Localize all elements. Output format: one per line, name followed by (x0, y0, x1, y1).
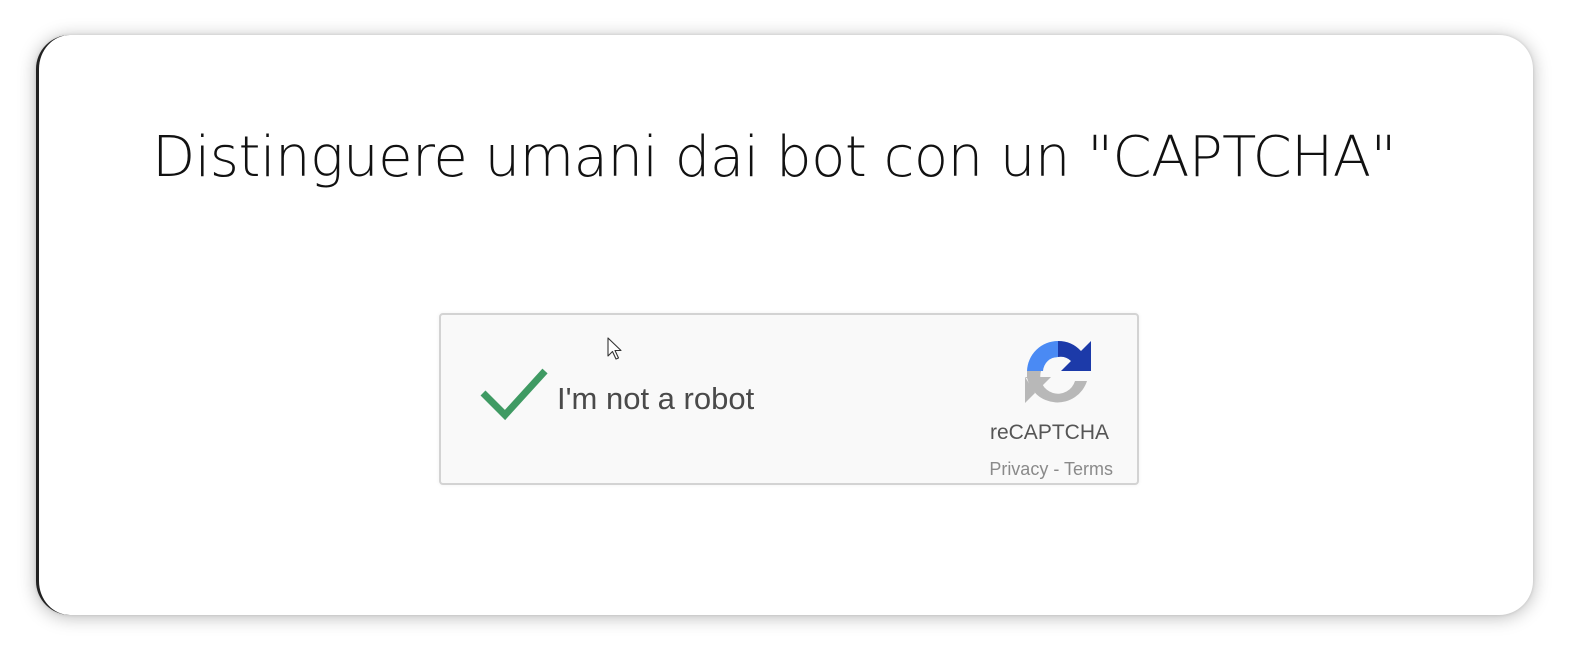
checkmark-icon[interactable] (479, 367, 549, 423)
slide-title: Distinguere umani dai bot con un "CAPTCH… (152, 125, 1396, 190)
recaptcha-links: Privacy - Terms (989, 459, 1113, 480)
recaptcha-brand-label: reCAPTCHA (989, 421, 1109, 444)
checkbox-label: I'm not a robot (557, 381, 755, 416)
mouse-cursor-icon (607, 337, 622, 360)
privacy-link[interactable]: Privacy (989, 459, 1048, 479)
recaptcha-widget: I'm not a robot reCAPTCHA Privacy - Term… (439, 313, 1139, 485)
links-separator: - (1048, 459, 1064, 479)
terms-link[interactable]: Terms (1064, 459, 1113, 479)
recaptcha-logo-icon (1025, 340, 1091, 403)
slide-card: Distinguere umani dai bot con un "CAPTCH… (36, 35, 1533, 615)
